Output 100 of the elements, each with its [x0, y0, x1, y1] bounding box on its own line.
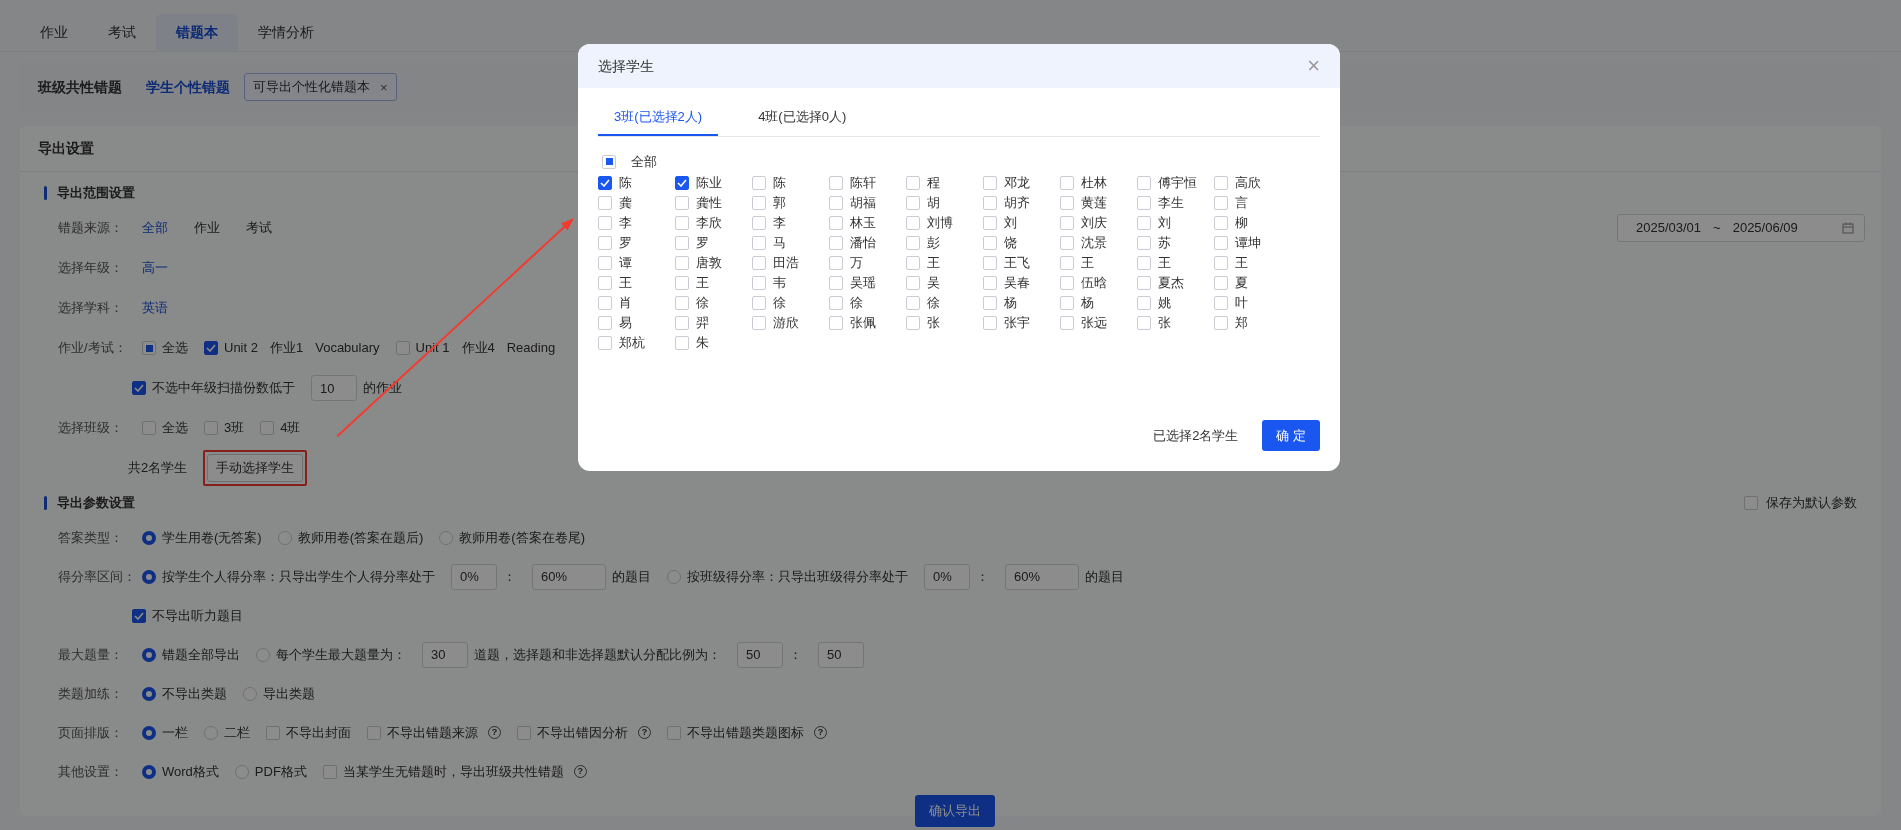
mode-tab[interactable]: 班级共性错题 [38, 76, 122, 98]
number-field[interactable]: 0% [451, 563, 497, 590]
student-name[interactable]: 易 [619, 312, 632, 333]
student-name[interactable]: 万 [850, 252, 863, 273]
filter-option[interactable]: 考试 [246, 218, 272, 238]
checkbox-label[interactable]: 不选中年级扫描份数低于 [152, 378, 295, 398]
tag-close-button[interactable]: × [380, 80, 388, 94]
radio-button[interactable] [142, 725, 156, 740]
student-name[interactable]: 吴春 [1004, 272, 1030, 293]
student-name[interactable]: 龚 [619, 192, 632, 213]
checkbox-label[interactable]: 不导出听力题目 [152, 605, 243, 626]
student-name[interactable]: 郑 [1235, 312, 1248, 333]
student-name[interactable]: 郑杭 [619, 332, 645, 353]
radio-label[interactable]: 学生用卷(无答案) [162, 527, 262, 548]
student-name[interactable]: 高欣 [1235, 172, 1261, 193]
student-name[interactable]: 罗 [619, 232, 632, 253]
student-name[interactable]: 张 [927, 312, 940, 333]
student-name[interactable]: 夏杰 [1158, 272, 1184, 293]
student-name[interactable]: 张佩 [850, 312, 876, 333]
student-name[interactable]: 龚性 [696, 192, 722, 213]
student-name[interactable]: 饶 [1004, 232, 1017, 253]
student-name[interactable]: 夏 [1235, 272, 1248, 293]
confirm-button[interactable]: 确 定 [1262, 419, 1320, 451]
number-field[interactable]: 50 [818, 641, 864, 668]
radio-label[interactable]: 错题全部导出 [162, 644, 240, 665]
student-name[interactable]: 李 [773, 212, 786, 233]
student-name[interactable]: 徐 [773, 292, 786, 313]
student-name[interactable]: 胡福 [850, 192, 876, 213]
student-name[interactable]: 王 [1158, 252, 1171, 273]
student-name[interactable]: 姚 [1158, 292, 1171, 313]
checkbox-label[interactable]: 全选 [162, 338, 188, 358]
student-name[interactable]: 谭坤 [1235, 232, 1261, 253]
student-name[interactable]: 林玉 [850, 212, 876, 233]
checkbox-label[interactable]: 不导出错题来源 [387, 722, 478, 743]
student-name[interactable]: 伍晗 [1081, 272, 1107, 293]
student-name[interactable]: 肖 [619, 292, 632, 313]
checkbox-label[interactable]: 不导出封面 [286, 722, 351, 743]
student-name[interactable]: 韦 [773, 272, 786, 293]
student-name[interactable]: 谭 [619, 252, 632, 273]
radio-label[interactable]: PDF格式 [254, 761, 307, 782]
student-name[interactable]: 李欣 [696, 212, 722, 233]
checkbox-label[interactable]: 不导出错因分析 [537, 722, 628, 743]
radio-button[interactable] [142, 647, 156, 662]
student-name[interactable]: 王 [1081, 252, 1094, 273]
student-name[interactable]: 沈景 [1081, 232, 1107, 253]
checkbox-label[interactable]: Unit 2 [224, 338, 258, 358]
student-name[interactable]: 王 [927, 252, 940, 273]
student-name[interactable]: 杨 [1081, 292, 1094, 313]
student-name[interactable]: 程 [927, 172, 940, 193]
student-name[interactable]: 杜林 [1081, 172, 1107, 193]
student-name[interactable]: 李生 [1158, 192, 1184, 213]
student-name[interactable]: 张远 [1081, 312, 1107, 333]
student-name[interactable]: 刘庆 [1081, 212, 1107, 233]
select-students-button[interactable]: 手动选择学生 [207, 454, 304, 482]
student-name[interactable]: 徐 [696, 292, 709, 313]
nav-tab[interactable]: 作业 [20, 14, 88, 51]
radio-label[interactable]: 按班级得分率：只导出班级得分率处于 [687, 566, 908, 587]
radio-label[interactable]: 不导出类题 [162, 683, 227, 704]
radio-label[interactable]: 教师用卷(答案在题后) [297, 527, 424, 548]
student-name[interactable]: 杨 [1004, 292, 1017, 313]
student-name[interactable]: 胡齐 [1004, 192, 1030, 213]
checkbox[interactable] [132, 608, 146, 623]
student-name[interactable]: 刘 [1158, 212, 1171, 233]
student-name[interactable]: 马 [773, 232, 786, 253]
student-name[interactable]: 李 [619, 212, 632, 233]
checkbox-label[interactable]: 保存为默认参数 [1766, 493, 1857, 513]
student-name[interactable]: 陈轩 [850, 172, 876, 193]
student-name[interactable]: 王飞 [1004, 252, 1030, 273]
radio-label[interactable]: 一栏 [162, 722, 188, 743]
checkbox[interactable] [598, 175, 612, 190]
student-name[interactable]: 傅宇恒 [1158, 172, 1197, 193]
student-name[interactable]: 张 [1158, 312, 1171, 333]
student-name[interactable]: 吴瑶 [850, 272, 876, 293]
checkbox-label[interactable]: 当某学生无错题时，导出班级共性错题 [342, 761, 564, 782]
student-name[interactable]: 彭 [927, 232, 940, 253]
student-name[interactable]: 游欣 [773, 312, 799, 333]
radio-label[interactable]: 按学生个人得分率：只导出学生个人得分率处于 [162, 566, 435, 587]
student-name[interactable]: 徐 [850, 292, 863, 313]
date-range-field[interactable]: 2025/03/01 ~ 2025/06/09 [1617, 214, 1865, 242]
student-name[interactable]: 郭 [773, 192, 786, 213]
student-name[interactable]: 潘怡 [850, 232, 876, 253]
student-name[interactable]: 朱 [696, 332, 709, 353]
student-name[interactable]: 徐 [927, 292, 940, 313]
radio-label[interactable]: Word格式 [162, 761, 219, 782]
student-name[interactable]: 胡 [927, 192, 940, 213]
checkbox[interactable] [204, 341, 218, 355]
checkbox-label[interactable]: 4班 [280, 418, 301, 438]
student-name[interactable]: 陈业 [696, 172, 722, 193]
checkbox-label[interactable]: 全选 [162, 418, 188, 438]
export-button[interactable]: 确认导出 [914, 795, 995, 827]
student-name[interactable]: 言 [1235, 192, 1248, 213]
filter-option[interactable]: 高一 [142, 258, 168, 278]
number-field[interactable]: 30 [422, 641, 468, 668]
student-name[interactable]: 吴 [927, 272, 940, 293]
student-name[interactable]: 王 [1235, 252, 1248, 273]
number-field[interactable]: 60% [532, 563, 606, 590]
radio-button[interactable] [142, 686, 156, 701]
filter-option[interactable]: 全部 [142, 218, 168, 238]
radio-button[interactable] [142, 569, 156, 584]
student-name[interactable]: 王 [696, 272, 709, 293]
